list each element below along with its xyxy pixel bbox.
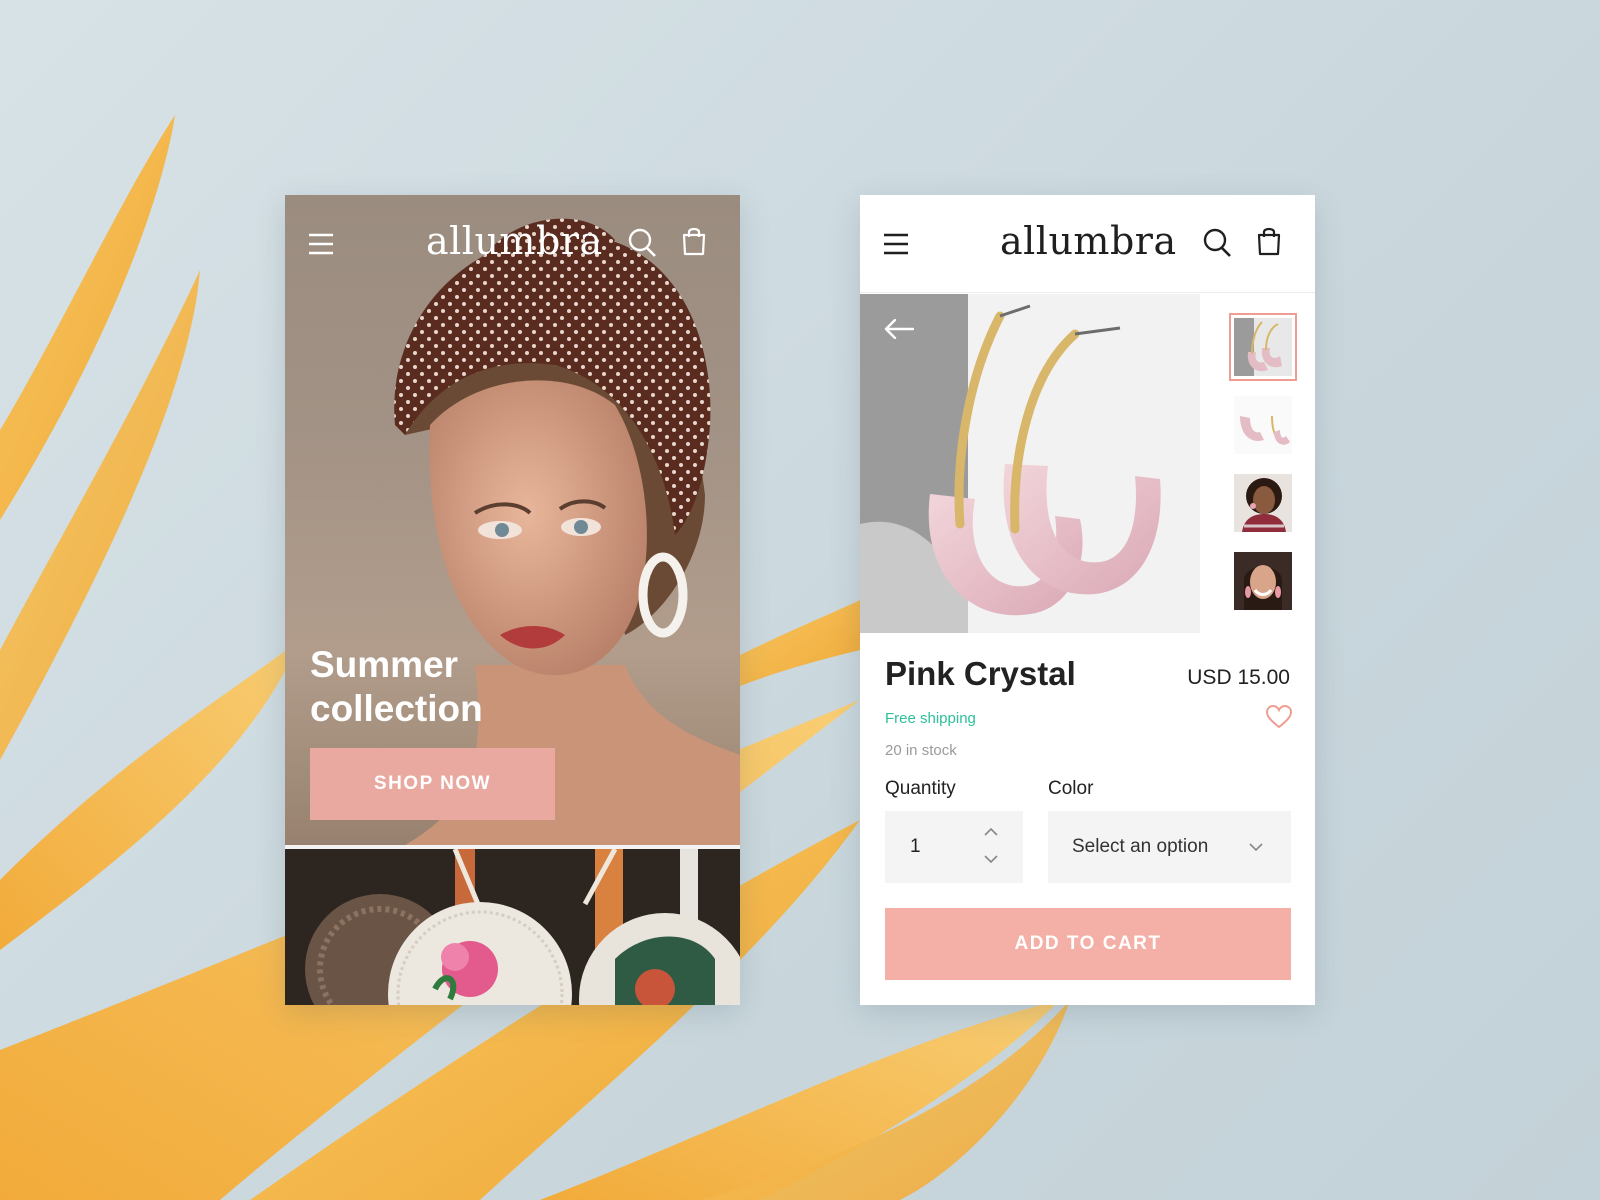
hero-title: Summer collection <box>310 643 570 731</box>
background-leaves <box>0 115 1070 1200</box>
hero-banner[interactable]: allumbra Summer collection SHOP NOW <box>285 195 740 845</box>
thumbnail-image <box>1234 552 1292 610</box>
thumbnail-1[interactable] <box>1229 313 1297 381</box>
thumbnail-3[interactable] <box>1234 474 1292 532</box>
hero-title-line1: Summer <box>310 644 459 685</box>
chevron-up-icon[interactable] <box>984 827 998 836</box>
home-topbar: allumbra <box>285 195 740 293</box>
shopping-bag-icon[interactable] <box>682 226 706 256</box>
color-select[interactable]: Select an option <box>1048 811 1291 883</box>
color-label: Color <box>1048 778 1094 799</box>
thumbnail-image <box>1234 396 1292 454</box>
back-arrow-icon[interactable] <box>884 319 914 339</box>
quantity-stepper[interactable]: 1 <box>885 811 1023 883</box>
color-select-value: Select an option <box>1072 836 1209 857</box>
thumbnail-2[interactable] <box>1234 396 1292 454</box>
shopping-bag-icon[interactable] <box>1257 226 1281 256</box>
quantity-value: 1 <box>910 836 921 857</box>
earring-photo <box>860 294 1200 633</box>
product-topbar: allumbra <box>860 195 1315 293</box>
menu-icon[interactable] <box>884 233 908 255</box>
product-screen: allumbra Pink Crystal USD 15.00 Free shi… <box>860 195 1315 1005</box>
stock-info: 20 in stock <box>885 742 957 759</box>
product-price: USD 15.00 <box>1187 666 1290 689</box>
bags-photo <box>285 849 740 1005</box>
add-to-cart-button[interactable]: ADD TO CART <box>885 908 1291 980</box>
hero-title-line2: collection <box>310 688 483 729</box>
brand-logo[interactable]: allumbra <box>1000 219 1177 263</box>
thumbnail-image <box>1234 318 1292 376</box>
shop-now-button[interactable]: SHOP NOW <box>310 748 555 820</box>
thumbnail-image <box>1234 474 1292 532</box>
search-icon[interactable] <box>628 228 656 258</box>
home-screen: allumbra Summer collection SHOP NOW <box>285 195 740 1005</box>
heart-icon[interactable] <box>1266 705 1292 729</box>
bags-banner[interactable] <box>285 849 740 1005</box>
brand-logo[interactable]: allumbra <box>426 219 603 263</box>
quantity-label: Quantity <box>885 778 956 799</box>
chevron-down-icon <box>1249 843 1263 852</box>
shipping-info: Free shipping <box>885 710 976 727</box>
thumbnail-strip <box>1200 294 1315 633</box>
chevron-down-icon[interactable] <box>984 855 998 864</box>
product-image[interactable] <box>860 294 1200 633</box>
menu-icon[interactable] <box>309 233 333 255</box>
thumbnail-4[interactable] <box>1234 552 1292 610</box>
search-icon[interactable] <box>1203 228 1231 258</box>
product-name: Pink Crystal <box>885 655 1076 692</box>
